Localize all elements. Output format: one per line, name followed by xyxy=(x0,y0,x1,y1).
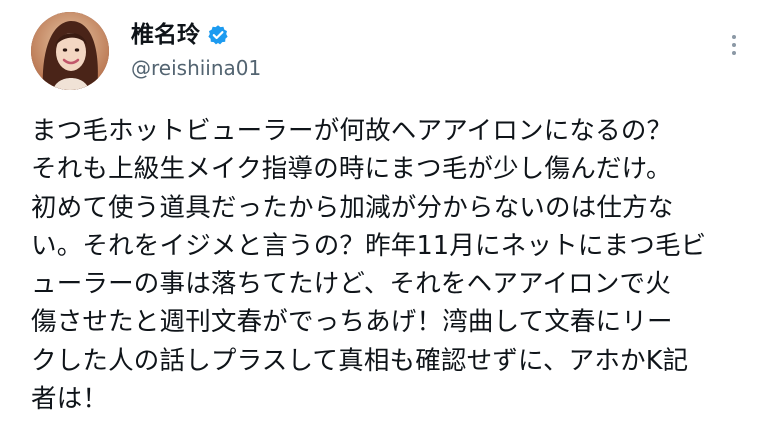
more-vertical-icon xyxy=(732,35,736,39)
tweet-text-line: い。それをイジメと言うの？昨年11月にネットにまつ毛ビ xyxy=(31,230,707,261)
more-vertical-icon xyxy=(732,43,736,47)
display-name[interactable]: 椎名玲 xyxy=(131,21,200,49)
more-vertical-icon xyxy=(732,51,736,55)
tweet-text-line: 者は！ xyxy=(31,384,109,415)
tweet-text-line: ューラーの事は落ちてたけど、それをヘアアイロンで火 xyxy=(31,269,671,300)
tweet-text: まつ毛ホットビューラーが何故ヘアアイロンになるの？ それも上級生メイク指導の時に… xyxy=(31,112,766,418)
verified-badge-icon xyxy=(208,25,228,45)
tweet-text-line: 傷させたと週刊文春がでっちあげ！湾曲して文春にリー xyxy=(31,307,673,338)
tweet-header: 椎名玲 @reishiina01 xyxy=(31,12,760,92)
name-row: 椎名玲 xyxy=(131,21,229,49)
avatar-photo-icon xyxy=(31,12,109,90)
tweet-card: 椎名玲 @reishiina01 まつ毛ホットビューラーが何故ヘアアイロンになる… xyxy=(0,0,780,431)
tweet-text-line: まつ毛ホットビューラーが何故ヘアアイロンになるの？ xyxy=(31,116,673,146)
avatar[interactable] xyxy=(31,12,109,90)
tweet-text-line: それも上級生メイク指導の時にまつ毛が少し傷んだけ。 xyxy=(31,154,672,185)
tweet-text-line: 初めて使う道具だったから加減が分からないのは仕方な xyxy=(31,192,674,223)
user-handle[interactable]: @reishiina01 xyxy=(131,56,261,80)
tweet-text-line: クした人の話しプラスして真相も確認せずに、アホかK記 xyxy=(31,345,689,376)
more-options-button[interactable] xyxy=(722,28,746,62)
